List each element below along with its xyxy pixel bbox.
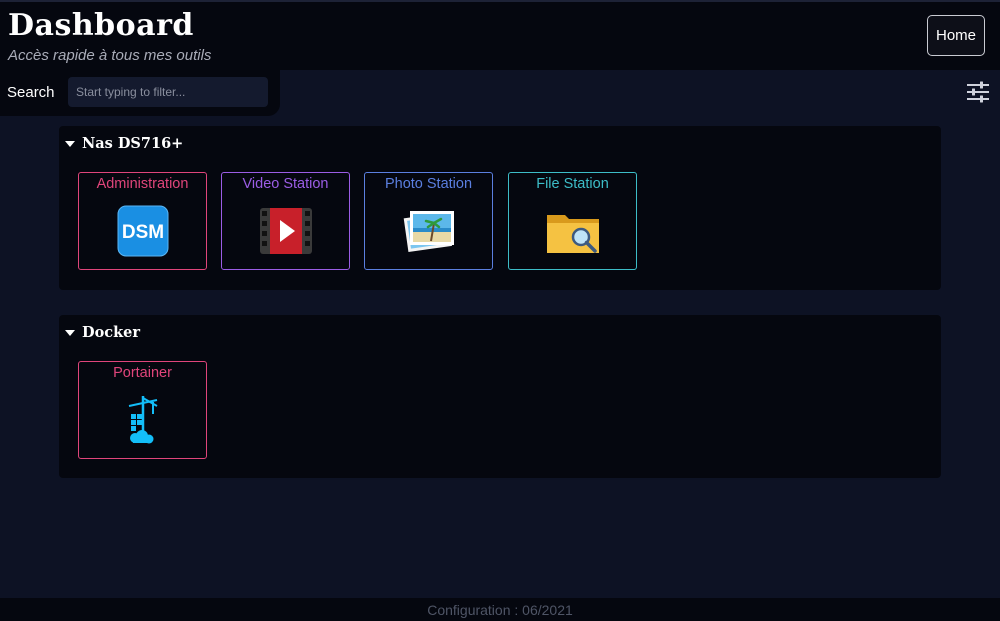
section-header-docker[interactable]: Docker xyxy=(65,324,140,341)
sliders-icon[interactable] xyxy=(966,80,990,104)
page-subtitle: Accès rapide à tous mes outils xyxy=(8,47,212,64)
dsm-icon: DSM xyxy=(117,205,168,257)
photo-station-icon xyxy=(403,211,454,253)
footer: Configuration : 06/2021 xyxy=(0,598,1000,621)
search-input[interactable] xyxy=(68,77,268,107)
section-header-nas[interactable]: Nas DS716+ xyxy=(65,135,183,152)
home-button[interactable]: Home xyxy=(927,15,985,56)
header: Dashboard Accès rapide à tous mes outils… xyxy=(0,0,1000,70)
tile-label: Photo Station xyxy=(384,176,473,192)
tile-video-station[interactable]: Video Station xyxy=(221,172,350,270)
tile-file-station[interactable]: File Station xyxy=(508,172,637,270)
tile-label: Portainer xyxy=(113,365,172,381)
svg-text:DSM: DSM xyxy=(121,222,163,243)
tile-photo-station[interactable]: Photo Station xyxy=(364,172,493,270)
tile-portainer[interactable]: Portainer xyxy=(78,361,207,459)
section-title: Docker xyxy=(82,324,140,341)
tile-label: Administration xyxy=(96,176,189,192)
portainer-icon xyxy=(128,396,157,444)
section-nas: Nas DS716+ Administration DSM Video Stat… xyxy=(59,126,941,290)
search-label: Search xyxy=(7,84,55,101)
tile-administration[interactable]: Administration DSM xyxy=(78,172,207,270)
tile-label: Video Station xyxy=(242,176,329,192)
section-title: Nas DS716+ xyxy=(82,135,184,152)
caret-down-icon xyxy=(65,329,75,336)
search-bar: Search xyxy=(0,70,280,116)
tile-label: File Station xyxy=(536,176,609,192)
caret-down-icon xyxy=(65,140,75,147)
section-docker: Docker Portainer xyxy=(59,315,941,478)
page-title: Dashboard xyxy=(8,8,194,43)
video-station-icon xyxy=(259,208,312,254)
file-station-icon xyxy=(546,215,599,253)
